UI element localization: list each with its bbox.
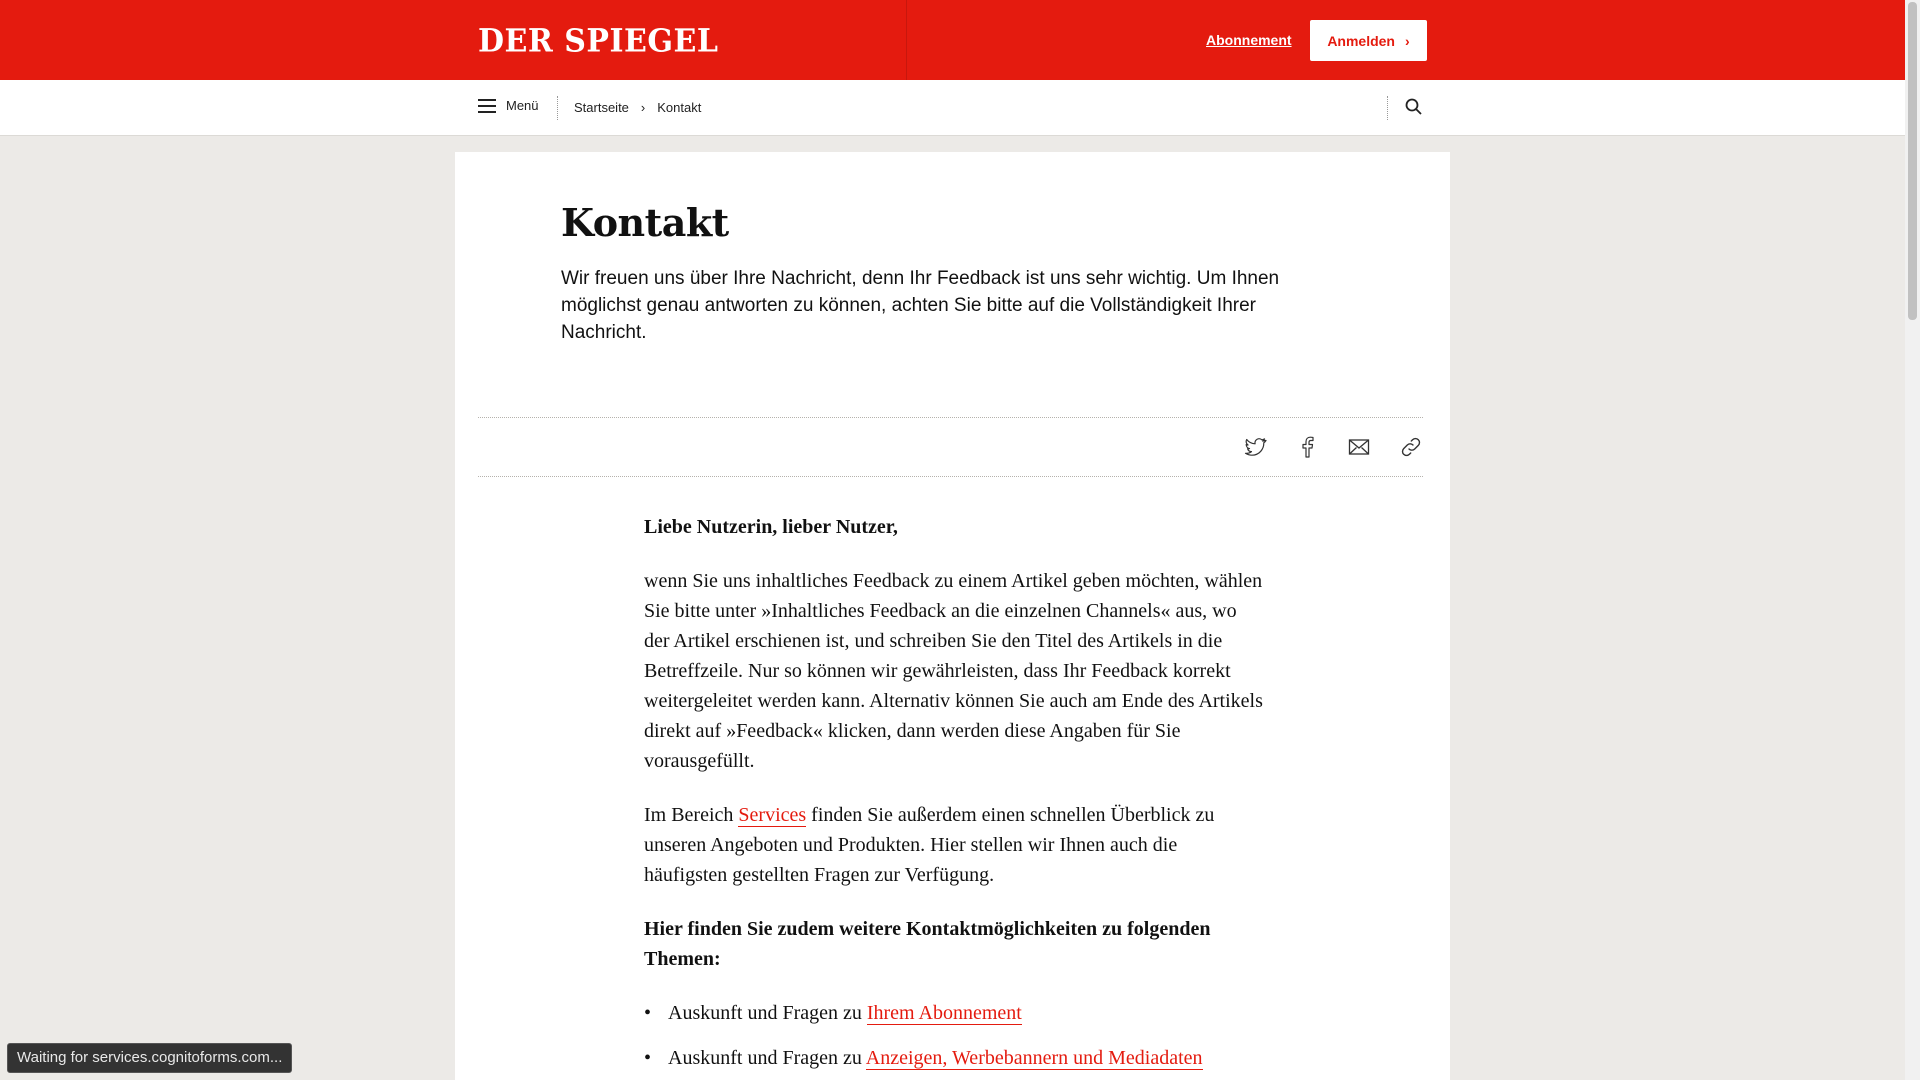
page-title: Kontakt	[561, 200, 729, 245]
header-divider	[906, 0, 907, 80]
list-item: Auskunft und Fragen zu Anzeigen, Werbeba…	[644, 1043, 1264, 1073]
login-button-label: Anmelden	[1327, 32, 1395, 49]
article-intro: Wir freuen uns über Ihre Nachricht, denn…	[561, 268, 1280, 343]
nav-separator	[1387, 96, 1388, 120]
content-card: Kontakt Wir freuen uns über Ihre Nachric…	[455, 152, 1450, 1080]
spiegel-logo[interactable]: DER SPIEGEL	[478, 23, 718, 60]
paragraph-feedback: wenn Sie uns inhaltliches Feedback zu ei…	[644, 570, 1263, 772]
abonnement-topic-link[interactable]: Ihrem Abonnement	[866, 1002, 1022, 1025]
chevron-right-icon: ›	[1405, 32, 1410, 49]
browser-status-bar: Waiting for services.cognitoforms.com...	[7, 1043, 293, 1073]
list-item: Auskunft und Fragen zu Ihrem Abonnement	[644, 998, 1264, 1028]
search-icon	[1405, 98, 1422, 115]
share-bar	[478, 417, 1423, 477]
menu-label: Menü	[506, 98, 539, 113]
contact-subheading: Hier finden Sie zudem weitere Kontaktmög…	[644, 918, 1211, 970]
page-scrollbar[interactable]	[1905, 0, 1920, 1080]
abonnement-link[interactable]: Abonnement	[1206, 32, 1292, 48]
advertising-topic-link[interactable]: Anzeigen, Werbebannern und Mediadaten	[865, 1047, 1203, 1070]
nav-bar: Menü Startseite › Kontakt	[0, 80, 1905, 136]
breadcrumb: Startseite › Kontakt	[574, 100, 701, 115]
mail-icon[interactable]	[1347, 435, 1371, 459]
paragraph-services-text: Im Bereich	[644, 804, 739, 826]
paragraph-services: Im Bereich Services finden Sie außerdem …	[644, 800, 1264, 890]
login-button[interactable]: Anmelden ›	[1310, 20, 1427, 61]
breadcrumb-home[interactable]: Startseite	[574, 100, 629, 115]
top-header: DER SPIEGEL Abonnement Anmelden ›	[0, 0, 1905, 80]
hamburger-icon	[478, 98, 496, 113]
contact-topics-list: Auskunft und Fragen zu Ihrem Abonnement …	[644, 998, 1264, 1073]
menu-button[interactable]: Menü	[478, 98, 539, 113]
nav-bar-inner: Menü Startseite › Kontakt	[478, 80, 1427, 136]
share-icons	[1243, 435, 1423, 459]
list-item-text: Auskunft und Fragen zu	[668, 1047, 866, 1069]
breadcrumb-current: Kontakt	[657, 100, 702, 115]
link-icon[interactable]	[1399, 435, 1423, 459]
services-link[interactable]: Services	[738, 804, 807, 827]
chevron-right-icon: ›	[640, 100, 646, 115]
facebook-icon[interactable]	[1295, 435, 1319, 459]
greeting: Liebe Nutzerin, lieber Nutzer,	[644, 516, 898, 538]
twitter-icon[interactable]	[1243, 435, 1267, 459]
nav-separator	[557, 96, 558, 120]
search-button[interactable]	[1404, 97, 1424, 122]
article-body: Liebe Nutzerin, lieber Nutzer, wenn Sie …	[644, 512, 1264, 1080]
top-header-inner: DER SPIEGEL Abonnement Anmelden ›	[478, 0, 1427, 80]
list-item-text: Auskunft und Fragen zu	[668, 1002, 867, 1024]
scrollbar-thumb[interactable]	[1908, 2, 1917, 320]
